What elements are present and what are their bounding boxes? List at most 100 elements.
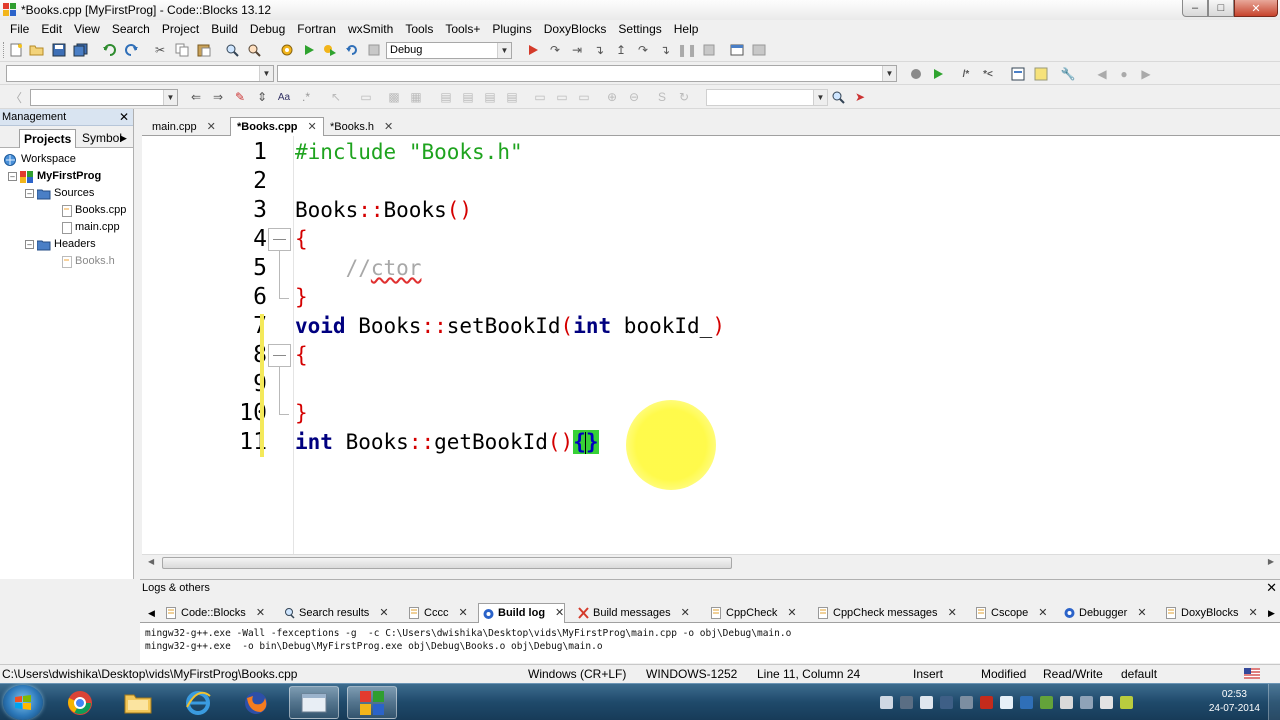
taskbar-chrome[interactable] (55, 686, 105, 719)
tab-cccc[interactable]: Cccc ✕ (405, 603, 468, 623)
tab-cppcheck[interactable]: CppCheck ✕ (707, 603, 797, 623)
scope-select[interactable]: ▼ (6, 65, 274, 82)
fold-toggle-icon[interactable] (268, 344, 291, 367)
abort-icon[interactable] (366, 42, 382, 58)
select-icon[interactable]: ↖ (328, 89, 344, 105)
tray-messenger-icon[interactable] (1000, 696, 1013, 709)
close-icon[interactable]: ✕ (1248, 604, 1257, 623)
box3-icon[interactable]: ▭ (576, 89, 592, 105)
cut-icon[interactable]: ✂ (152, 42, 168, 58)
fold-toggle-icon[interactable] (268, 228, 291, 251)
zoom-out-icon[interactable]: ⊖ (626, 89, 642, 105)
logs-scroll-right-icon[interactable]: ▶ (1264, 603, 1275, 623)
tab-cscope[interactable]: Cscope ✕ (972, 603, 1048, 623)
jump-forward-icon[interactable]: ⇒ (210, 89, 226, 105)
tree-sources-folder[interactable]: – Sources (25, 185, 94, 202)
tree-project[interactable]: – MyFirstProg (8, 168, 101, 185)
tray-power-icon[interactable] (1120, 696, 1133, 709)
zoom-search-icon[interactable] (830, 89, 846, 105)
close-icon[interactable]: ✕ (384, 118, 393, 136)
tray-device-icon[interactable] (960, 696, 973, 709)
match-case-icon[interactable]: Aa (276, 89, 292, 105)
logs-scroll-left-icon[interactable]: ◀ (144, 603, 155, 623)
collapse-icon[interactable]: – (25, 189, 34, 198)
new-file-icon[interactable] (8, 42, 24, 58)
debug-start-icon[interactable] (525, 42, 541, 58)
next-instruction-icon[interactable]: ↷ (635, 42, 651, 58)
menu-plugins[interactable]: Plugins (486, 22, 537, 36)
align-right-icon[interactable]: ▤ (482, 89, 498, 105)
scroll-right-icon[interactable]: ▶ (1268, 557, 1274, 566)
close-icon[interactable]: ✕ (787, 604, 796, 623)
menu-build[interactable]: Build (205, 22, 244, 36)
tray-flag-icon[interactable] (1060, 696, 1073, 709)
tree-workspace[interactable]: Workspace (4, 151, 76, 168)
tray-settings-icon[interactable] (1020, 696, 1033, 709)
paste-icon[interactable] (196, 42, 212, 58)
pointer-icon[interactable]: ➤ (852, 89, 868, 105)
rebuild-icon[interactable] (344, 42, 360, 58)
close-icon[interactable]: ✕ (948, 604, 957, 623)
tab-build-log[interactable]: Build log ✕ (478, 603, 566, 623)
menu-file[interactable]: File (4, 22, 35, 36)
tab-debugger[interactable]: Debugger ✕ (1060, 603, 1147, 623)
taskbar-clock[interactable]: 02:53 24-07-2014 (1209, 688, 1260, 716)
tray-network-icon[interactable] (940, 696, 953, 709)
minimize-button[interactable]: – (1182, 0, 1208, 17)
highlight-icon[interactable]: ✎ (232, 89, 248, 105)
tray-display-icon[interactable] (900, 696, 913, 709)
pause-icon[interactable]: ❚❚ (677, 42, 697, 58)
zoom-in-icon[interactable]: ⊕ (604, 89, 620, 105)
close-icon[interactable]: ✕ (458, 604, 467, 623)
show-desktop-button[interactable] (1268, 684, 1280, 720)
build-gear-icon[interactable] (279, 42, 295, 58)
comment-icon[interactable]: /* (958, 66, 974, 82)
close-icon[interactable]: ✕ (1137, 604, 1146, 623)
menu-edit[interactable]: Edit (35, 22, 68, 36)
jump-icon[interactable] (908, 66, 924, 82)
regex-icon[interactable]: .* (298, 89, 314, 105)
uncomment-icon[interactable]: *< (980, 66, 996, 82)
menu-debug[interactable]: Debug (244, 22, 291, 36)
tray-acrobat-icon[interactable] (980, 696, 993, 709)
strike-icon[interactable]: S (654, 89, 670, 105)
open-folder-icon[interactable] (29, 42, 45, 58)
align-left-icon[interactable]: ▤ (438, 89, 454, 105)
save-all-icon[interactable] (73, 42, 89, 58)
close-icon[interactable]: ✕ (119, 109, 129, 125)
tray-window-icon[interactable] (880, 696, 893, 709)
close-icon[interactable]: ✕ (256, 604, 265, 623)
close-icon[interactable]: ✕ (207, 118, 216, 136)
tab-build-messages[interactable]: Build messages ✕ (574, 603, 690, 623)
build-target-select[interactable]: Debug ▼ (386, 42, 512, 59)
maximize-button[interactable]: □ (1208, 0, 1234, 17)
menu-fortran[interactable]: Fortran (291, 22, 342, 36)
redo-icon[interactable] (124, 42, 140, 58)
taskbar-ie[interactable] (173, 686, 223, 719)
tab-scroll-right-icon[interactable]: ▶ (116, 129, 131, 148)
tray-volume-icon[interactable] (1100, 696, 1113, 709)
menu-wxsmith[interactable]: wxSmith (342, 22, 399, 36)
close-icon[interactable]: ✕ (555, 604, 564, 623)
editor-horizontal-scrollbar[interactable]: ◀ ▶ (142, 554, 1280, 571)
tree-file-books-h[interactable]: Books.h (62, 253, 115, 270)
menu-tools-plus[interactable]: Tools+ (439, 22, 486, 36)
tools-icon[interactable]: 🔧 (1060, 66, 1076, 82)
tab-cppcheck-messages[interactable]: CppCheck messages ✕ (814, 603, 957, 623)
bookmark-dot-icon[interactable]: ● (1116, 66, 1132, 82)
step-out-icon[interactable]: ↥ (613, 42, 629, 58)
function-select[interactable]: ▼ (277, 65, 897, 82)
box2-icon[interactable]: ▭ (554, 89, 570, 105)
refresh-icon[interactable]: ↻ (676, 89, 692, 105)
close-icon[interactable]: ✕ (308, 118, 317, 136)
menu-help[interactable]: Help (668, 22, 705, 36)
tab-books-cpp[interactable]: *Books.cpp ✕ (230, 117, 324, 136)
debug-info-icon[interactable] (751, 42, 767, 58)
jump-back-icon[interactable]: ⇐ (188, 89, 204, 105)
image-icon[interactable]: ▩ (386, 89, 402, 105)
replace-icon[interactable] (246, 42, 262, 58)
close-icon[interactable]: ✕ (1038, 604, 1047, 623)
tray-document-icon[interactable] (920, 696, 933, 709)
run-to-cursor-icon[interactable]: ↷ (547, 42, 563, 58)
copy-icon[interactable] (174, 42, 190, 58)
